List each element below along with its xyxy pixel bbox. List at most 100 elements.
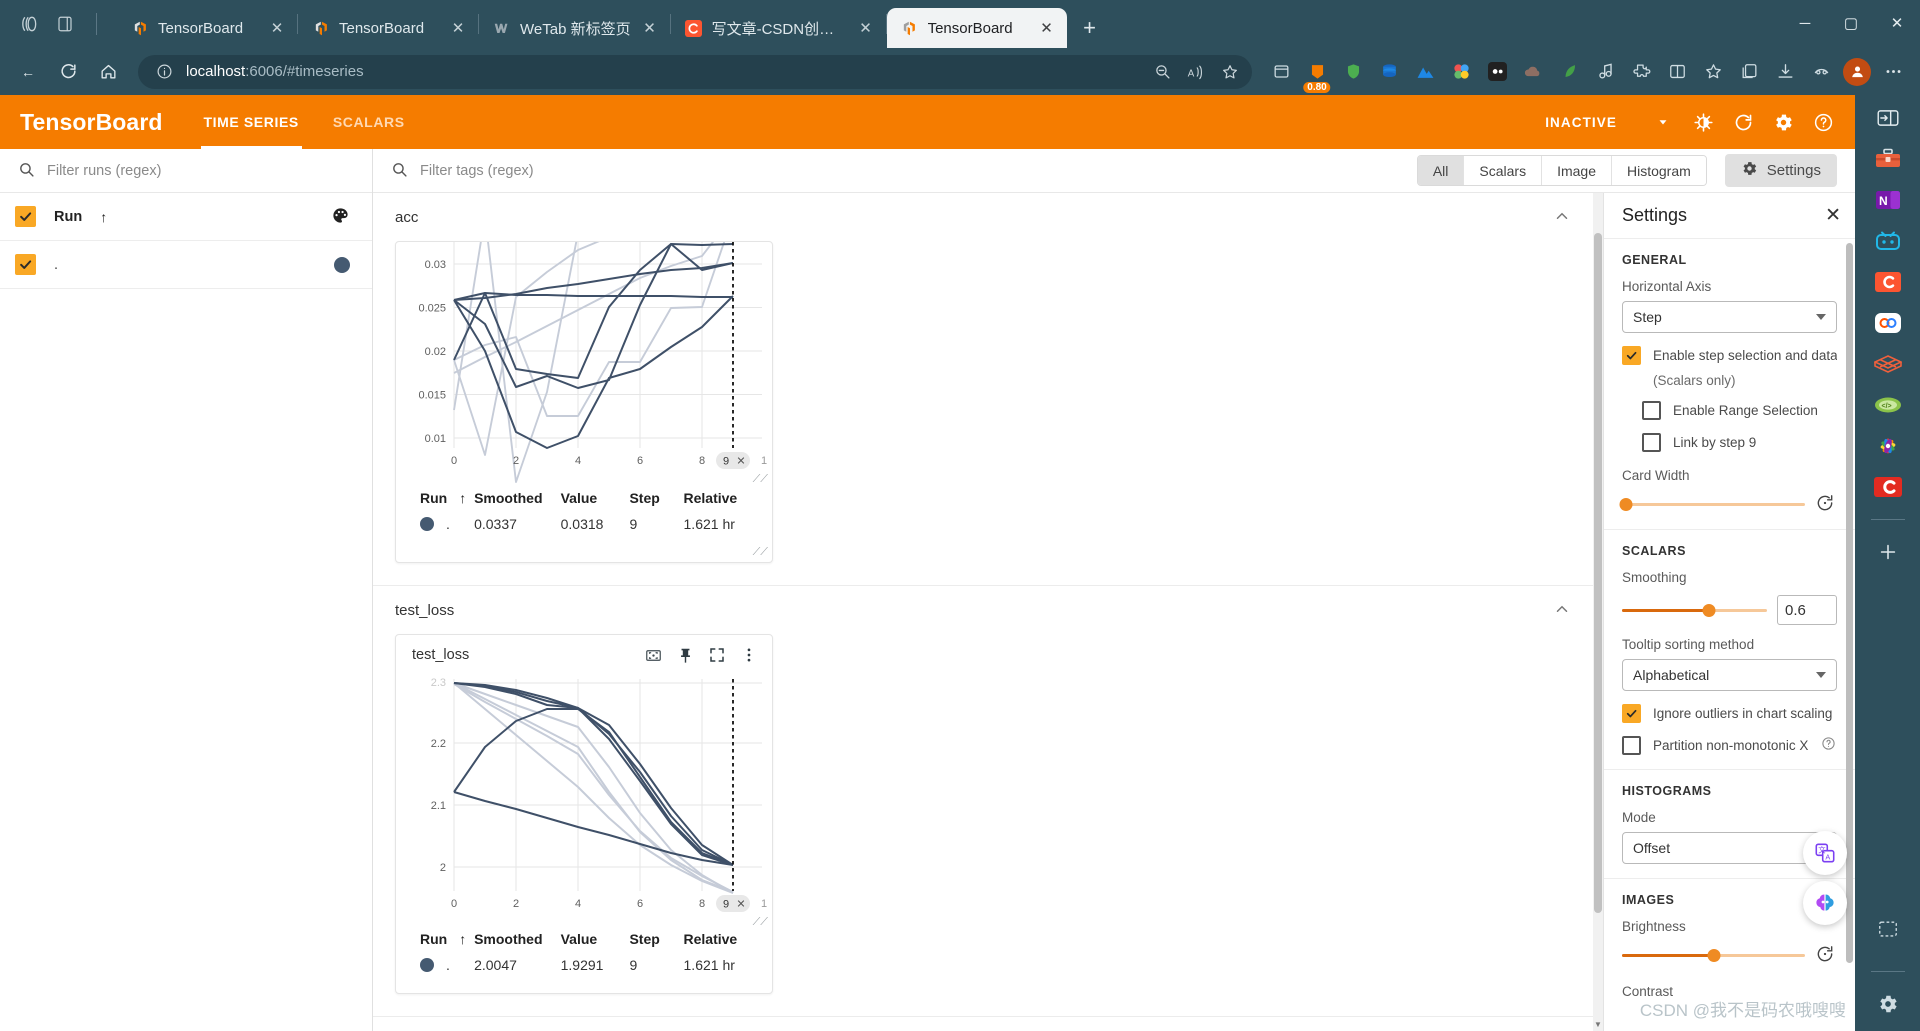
col-value[interactable]: Value [561,490,630,506]
close-window-button[interactable]: ✕ [1874,0,1920,46]
col-value[interactable]: Value [561,931,630,947]
help-circle-icon[interactable] [1821,736,1837,754]
snip-icon[interactable] [1873,914,1903,944]
col-step[interactable]: Step [629,490,683,506]
wechat-icon[interactable] [1873,472,1903,502]
toolbox-icon[interactable] [1873,144,1903,174]
browser-tab-active[interactable]: TensorBoard ✕ [886,8,1067,48]
range-selection-checkbox[interactable] [1642,401,1661,420]
link-by-step-row[interactable]: Link by step 9 [1642,433,1837,452]
kuaishou-icon[interactable] [1873,308,1903,338]
runs-select-all-checkbox[interactable] [15,206,36,227]
database-icon[interactable] [1372,57,1406,87]
leaf-icon[interactable] [1552,57,1586,87]
partition-row[interactable]: Partition non-monotonic X axis [1622,736,1837,755]
col-smoothed[interactable]: Smoothed [474,931,561,947]
split-view-icon[interactable] [1660,57,1694,87]
smoothing-input[interactable]: 0.6 [1777,595,1837,625]
tab-time-series[interactable]: TIME SERIES [187,95,316,149]
restore-icon[interactable] [1815,493,1837,515]
chip-histogram[interactable]: Histogram [1612,156,1706,185]
step-selection-checkbox[interactable] [1622,346,1641,365]
copilot-floating-button[interactable] [1803,881,1847,925]
runs-filter-input[interactable]: Filter runs (regex) [47,163,161,179]
brightness-slider-row[interactable] [1622,944,1837,966]
puzzle-icon[interactable] [1624,57,1658,87]
settings-scrollbar-thumb[interactable] [1846,243,1853,963]
smoothing-slider-row[interactable]: 0.6 [1622,595,1837,625]
chip-scalars[interactable]: Scalars [1464,156,1543,185]
mountain-icon[interactable] [1408,57,1442,87]
site-info-icon[interactable] [152,60,176,84]
collections-icon[interactable] [1264,57,1298,87]
fullscreen-icon[interactable] [706,644,728,666]
run-checkbox[interactable] [15,254,36,275]
shield-icon[interactable] [1336,57,1370,87]
cards-scrollbar-thumb[interactable] [1594,233,1602,913]
csdn-icon[interactable] [1873,267,1903,297]
run-list-item[interactable]: . [0,241,372,289]
more-options-icon[interactable] [1876,57,1910,87]
chevron-up-icon[interactable] [1553,207,1571,228]
close-icon[interactable]: ✕ [856,18,876,38]
close-icon[interactable]: ✕ [640,18,660,38]
new-tab-button[interactable]: + [1073,11,1107,45]
close-icon[interactable]: ✕ [267,18,287,38]
close-icon[interactable]: ✕ [1825,204,1841,227]
settings-rail-icon[interactable] [1873,989,1903,1019]
zoom-out-icon[interactable] [1150,60,1174,84]
help-icon[interactable] [1805,104,1841,140]
avatar[interactable] [1840,57,1874,87]
music-icon[interactable] [1588,57,1622,87]
home-button[interactable] [90,54,126,90]
horizontal-axis-select[interactable]: Step [1622,301,1837,333]
runs-sort-arrow[interactable]: ↑ [100,209,107,225]
colorful-grid-icon[interactable] [1444,57,1478,87]
restore-icon[interactable] [1815,944,1837,966]
link-by-step-checkbox[interactable] [1642,433,1661,452]
step-selection-row[interactable]: Enable step selection and data tabl [1622,346,1837,365]
collapse-rail-icon[interactable] [1873,103,1903,133]
chip-image[interactable]: Image [1542,156,1612,185]
photos-icon[interactable] [1873,431,1903,461]
col-relative[interactable]: Relative [684,931,772,947]
browser-tab[interactable]: TensorBoard ✕ [298,8,478,48]
group-header[interactable]: acc [373,193,1593,241]
reload-button[interactable] [50,54,86,90]
downloads-icon[interactable] [1768,57,1802,87]
cards-scrollbar[interactable]: ▼ [1593,193,1603,1031]
caret-down-icon[interactable] [1645,104,1681,140]
collections2-icon[interactable] [1732,57,1766,87]
read-aloud-icon[interactable]: A [1184,60,1208,84]
browser-tab[interactable]: 写文章-CSDN创作中心 ✕ [671,8,886,48]
runs-header-row[interactable]: Run ↑ [0,193,372,241]
color-palette-icon[interactable] [331,206,350,228]
test-loss-line-chart[interactable]: 2.3 2.2 2.1 2 0 2 4 6 8 1 9 ✕ [396,675,772,925]
ignore-outliers-row[interactable]: Ignore outliers in chart scaling [1622,704,1837,723]
chart-plot-acc[interactable]: 0.03 0.025 0.02 0.015 0.01 0 2 4 6 8 1 9… [396,242,772,485]
acc-line-chart[interactable]: 0.03 0.025 0.02 0.015 0.01 0 2 4 6 8 1 9… [396,242,772,484]
tab-groups-icon[interactable] [18,13,40,35]
dark-mode-icon[interactable] [1685,104,1721,140]
profile-avatar[interactable] [1843,57,1871,86]
smoothing-slider[interactable] [1622,603,1767,617]
card-width-slider-row[interactable] [1619,493,1837,515]
browser-tab[interactable]: WeTab 新标签页 ✕ [479,8,670,48]
split-screen-icon[interactable] [54,13,76,35]
chart-resize-handle[interactable]: ⟋⟋ [753,916,768,929]
col-run[interactable]: Run ↑ [420,931,474,947]
tab-scalars[interactable]: SCALARS [316,95,422,149]
range-selection-row[interactable]: Enable Range Selection [1642,401,1837,420]
ignore-outliers-checkbox[interactable] [1622,704,1641,723]
address-bar[interactable]: localhost:6006/#timeseries A [138,54,1252,89]
partition-checkbox[interactable] [1622,736,1641,755]
bilibili-icon[interactable] [1873,226,1903,256]
chart-plot-test-loss[interactable]: 2.3 2.2 2.1 2 0 2 4 6 8 1 9 ✕ ⟋⟋ [396,675,772,928]
chip-all[interactable]: All [1417,156,1465,185]
settings-gear-icon[interactable] [1765,104,1801,140]
translate-floating-button[interactable]: 文 A [1803,831,1847,875]
scroll-down-arrow[interactable]: ▼ [1593,1020,1603,1029]
reload-icon[interactable] [1725,104,1761,140]
extension-badge-icon[interactable]: 0.80 [1300,57,1334,93]
settings-button[interactable]: Settings [1724,154,1837,187]
